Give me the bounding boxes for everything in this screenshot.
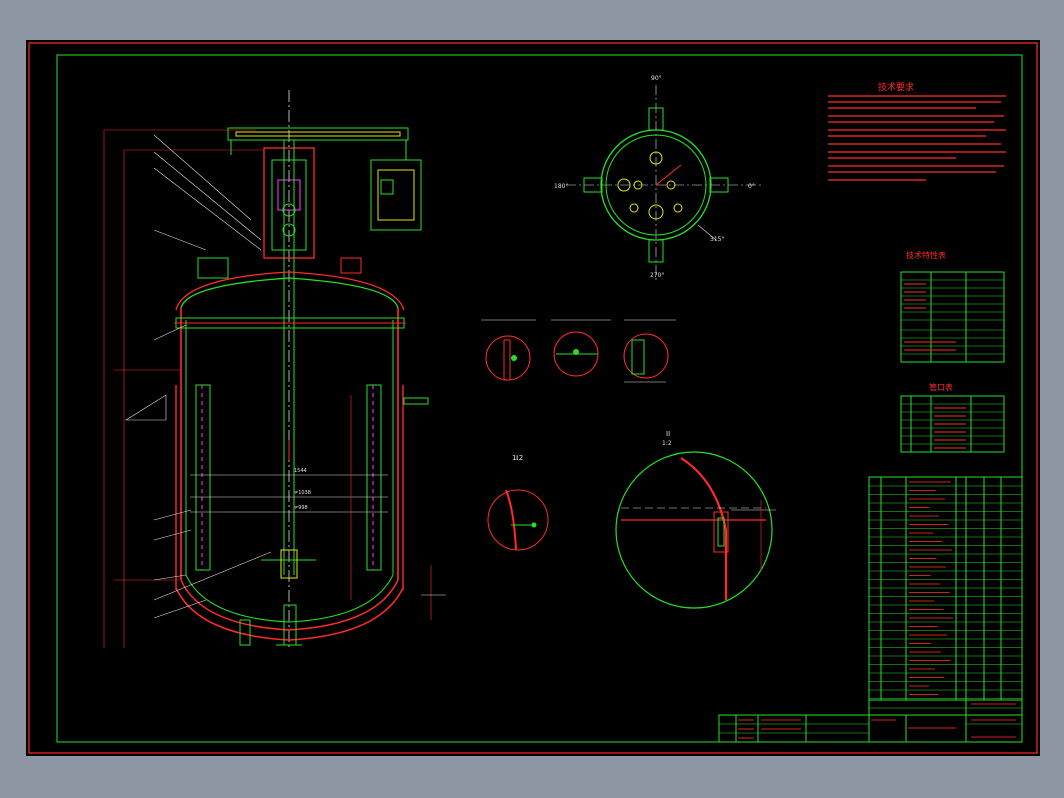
cad-viewport[interactable]: 1544 ≠1038 ≠998 90° 180° 0° 270° 315° I … — [26, 40, 1040, 756]
vessel-elevation: 1544 ≠1038 ≠998 — [103, 90, 446, 650]
detail-ii-scale: 1:2 — [662, 440, 672, 447]
nozzle-table-title: 管口表 — [929, 382, 953, 392]
tech-requirements: 技术要求 — [828, 81, 1006, 181]
dim-diameter-1: 1544 — [294, 468, 307, 474]
plan-angle-0: 0° — [748, 183, 755, 190]
dim-diameter-3: ≠998 — [294, 505, 308, 511]
plan-angle-90: 90° — [651, 75, 662, 82]
plan-angle-315: 315° — [710, 236, 724, 243]
plan-angle-270: 270° — [650, 272, 664, 279]
title-block — [718, 700, 1023, 743]
plan-angle-180: 180° — [554, 183, 568, 190]
weld-details — [481, 319, 676, 383]
parts-list — [868, 476, 1023, 701]
detail-ii: II 1:2 — [615, 430, 776, 609]
detail-ii-label: II — [666, 430, 670, 438]
detail-i-scale: 1:2 — [512, 454, 523, 462]
tech-requirements-title: 技术要求 — [878, 81, 914, 93]
dim-diameter-2: ≠1038 — [294, 490, 311, 496]
drawing-sheet: 1544 ≠1038 ≠998 90° 180° 0° 270° 315° I … — [28, 42, 1038, 754]
top-plan-view: 90° 180° 0° 270° 315° — [554, 75, 761, 280]
tech-spec-title: 技术特性表 — [906, 250, 946, 260]
detail-i: I 1:2 — [487, 454, 549, 551]
nozzle-table: 管口表 — [900, 382, 1005, 453]
tech-spec-table: 技术特性表 — [900, 250, 1005, 363]
